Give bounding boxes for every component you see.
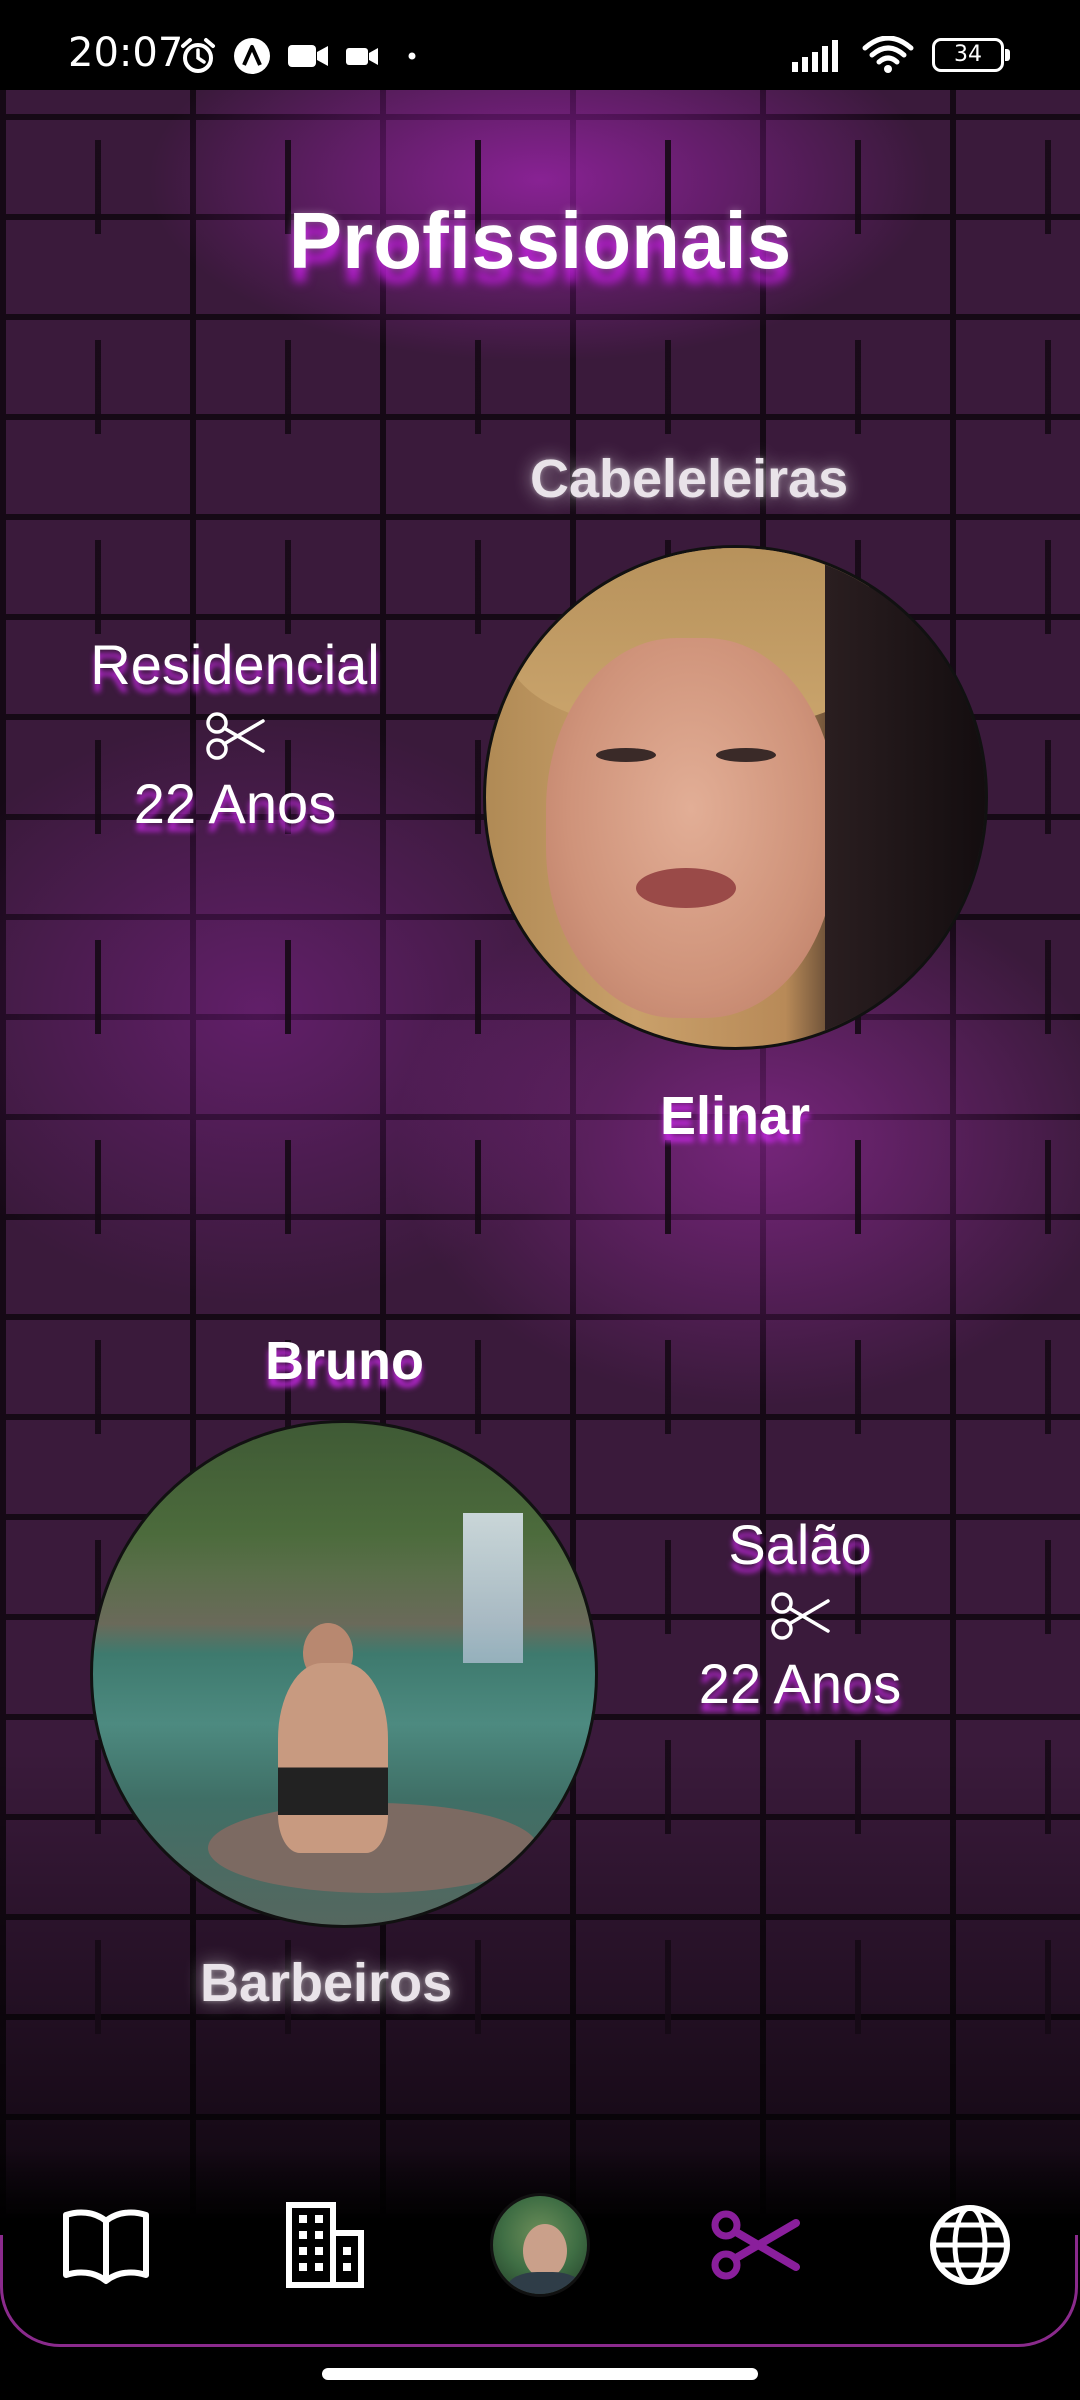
professional-photo-elinar[interactable] (483, 545, 988, 1050)
photo-lips (636, 868, 736, 908)
video-camera-icon (288, 45, 328, 67)
work-type-label: Residencial (90, 633, 380, 696)
scissors-icon (711, 2210, 800, 2280)
photo-person (278, 1663, 388, 1853)
photo-waterfall (463, 1513, 523, 1663)
photo-eye (596, 748, 656, 762)
brick-wall-background (0, 90, 1080, 2220)
signal-icon (792, 40, 838, 72)
professional-name-bruno[interactable]: Bruno (265, 1330, 424, 1392)
status-right-icons: 34 (790, 36, 1010, 74)
professional-info-bruno: Salão 22 Anos (640, 1512, 960, 1716)
nav-item-profile[interactable] (490, 2193, 590, 2297)
wifi-icon (862, 36, 914, 73)
nav-item-professionals[interactable] (705, 2195, 805, 2295)
professional-photo-bruno[interactable] (90, 1420, 598, 1928)
category-label-barbers: Barbeiros (200, 1953, 453, 2013)
book-icon (63, 2209, 149, 2284)
scissors-icon (206, 712, 265, 760)
work-type-label: Salão (728, 1513, 872, 1576)
nav-item-building[interactable] (275, 2195, 375, 2295)
scissors-icon (771, 1592, 830, 1640)
photo-face (546, 638, 836, 1018)
status-left-icons (178, 34, 424, 78)
a-badge-icon (234, 38, 270, 74)
professional-name-elinar[interactable]: Elinar (660, 1085, 810, 1147)
screen: 20:07 34 Profissionais Cabeleleiras Resi… (0, 0, 1080, 2400)
photo-eye (716, 748, 776, 762)
globe-icon (930, 2205, 1010, 2285)
home-indicator[interactable] (322, 2368, 758, 2380)
nav-item-globe[interactable] (920, 2195, 1020, 2295)
profile-avatar (490, 2193, 590, 2297)
battery-icon: 34 (932, 38, 1010, 72)
status-time: 20:07 (68, 30, 184, 76)
experience-label: 22 Anos (698, 1652, 902, 1715)
building-icon (286, 2202, 364, 2288)
experience-label: 22 Anos (133, 772, 337, 835)
page-title: Profissionais (288, 196, 792, 285)
dot-icon (408, 52, 416, 60)
professional-info-elinar: Residencial 22 Anos (60, 632, 410, 836)
status-bar: 20:07 34 (0, 0, 1080, 90)
avatar-face (523, 2224, 567, 2278)
battery-level: 34 (954, 42, 982, 67)
nav-item-book[interactable] (56, 2195, 156, 2295)
alarm-icon (181, 38, 215, 73)
category-label-hairdressers: Cabeleleiras (530, 449, 849, 509)
photo-dark-side (825, 548, 985, 1047)
video-camera-small-icon (346, 48, 378, 65)
avatar-body (507, 2272, 583, 2294)
